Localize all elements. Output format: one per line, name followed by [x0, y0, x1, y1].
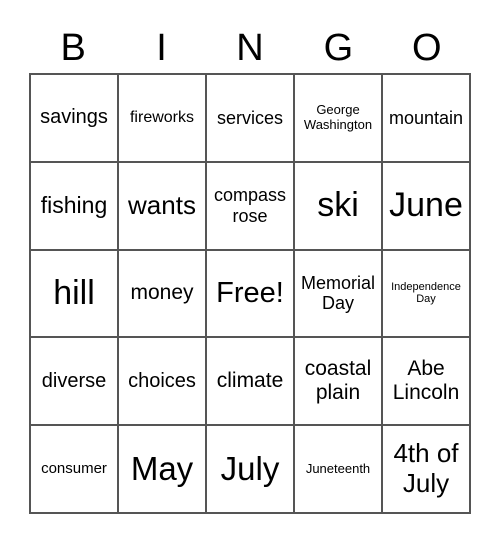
bingo-cell[interactable]: mountain — [382, 74, 470, 162]
bingo-cell[interactable]: compass rose — [206, 161, 294, 250]
bingo-cell[interactable]: diverse — [30, 337, 118, 426]
bingo-cell[interactable]: climate — [206, 337, 294, 426]
bingo-cell[interactable]: Memorial Day — [294, 249, 382, 338]
bingo-cell[interactable]: coastal plain — [294, 337, 382, 426]
bingo-cell[interactable]: services — [206, 74, 294, 162]
bingo-cell[interactable]: fireworks — [118, 74, 206, 162]
header-letter-b: B — [60, 27, 86, 69]
header-letter-o: O — [411, 27, 442, 69]
bingo-cell[interactable]: fishing — [30, 161, 118, 250]
bingo-cell[interactable]: Juneteenth — [294, 425, 382, 513]
bingo-cell[interactable]: consumer — [30, 425, 118, 513]
header-letter-n: N — [236, 27, 264, 69]
bingo-cell[interactable]: June — [382, 161, 470, 250]
bingo-cell[interactable]: savings — [30, 74, 118, 162]
bingo-grid: savings fireworks services George Washin… — [29, 73, 471, 514]
bingo-cell[interactable]: Independence Day — [382, 249, 470, 338]
bingo-cell[interactable]: hill — [30, 249, 118, 338]
bingo-cell[interactable]: wants — [118, 161, 206, 250]
bingo-cell[interactable]: George Washington — [294, 74, 382, 162]
bingo-header: B I N G O — [29, 22, 471, 74]
bingo-cell[interactable]: Abe Lincoln — [382, 337, 470, 426]
bingo-cell[interactable]: choices — [118, 337, 206, 426]
header-letter-g: G — [323, 27, 354, 69]
bingo-cell[interactable]: July — [206, 425, 294, 513]
bingo-cell[interactable]: May — [118, 425, 206, 513]
header-letter-i: I — [156, 27, 167, 69]
bingo-cell[interactable]: ski — [294, 161, 382, 250]
bingo-cell[interactable]: money — [118, 249, 206, 338]
bingo-cell[interactable]: 4th of July — [382, 425, 470, 513]
bingo-cell-free-space[interactable]: Free! — [206, 249, 294, 338]
